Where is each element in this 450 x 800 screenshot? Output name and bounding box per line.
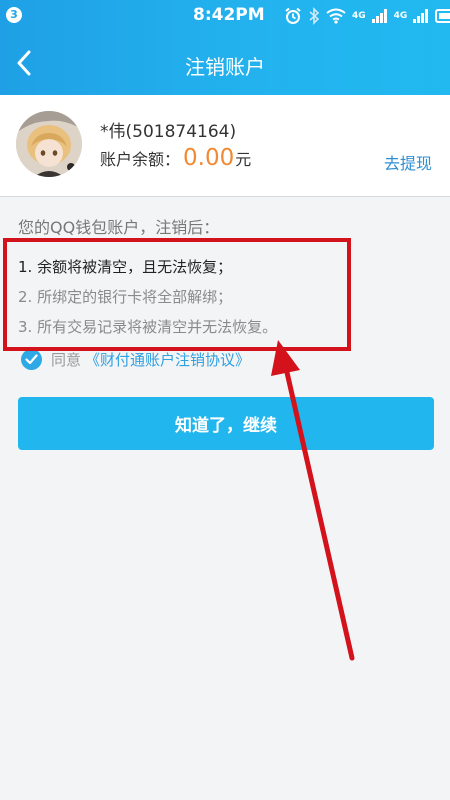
account-name: *伟(501874164): [100, 122, 237, 142]
title-bar: 注销账户: [0, 32, 450, 95]
avatar[interactable]: [16, 111, 82, 177]
status-time: 8:42PM: [193, 5, 265, 25]
battery-icon: [435, 9, 450, 23]
balance-unit: 元: [235, 150, 252, 169]
agree-checkbox[interactable]: [21, 348, 42, 370]
notification-badge: 3: [6, 7, 22, 23]
status-icons: 4G 4G: [284, 6, 450, 26]
status-bar: 3 8:42PM 4G 4G: [0, 0, 450, 32]
notice-list: 1. 余额将被清空，且无法恢复； 2. 所绑定的银行卡将全部解绑； 3. 所有交…: [18, 252, 348, 342]
checkmark-icon: [25, 353, 38, 364]
bluetooth-icon: [309, 7, 320, 25]
notice-item-1: 1. 余额将被清空，且无法恢复；: [18, 258, 233, 276]
agreement-row: 同意 《财付通账户注销协议》: [21, 347, 250, 371]
app-header: 3 8:42PM 4G 4G 注销账户: [0, 0, 450, 95]
signal-1-label: 4G: [352, 11, 366, 21]
notice-item-2: 2. 所绑定的银行卡将全部解绑；: [18, 288, 233, 306]
wifi-icon: [326, 8, 346, 24]
page-title: 注销账户: [185, 55, 265, 79]
balance-label: 账户余额：: [100, 150, 181, 169]
balance-value: 0.00: [183, 145, 235, 171]
signal-1-icon: [371, 9, 387, 23]
alarm-icon: [285, 7, 301, 24]
signal-2-icon: [413, 9, 429, 23]
signal-2-label: 4G: [393, 11, 408, 21]
continue-button[interactable]: 知道了，继续: [18, 397, 434, 450]
withdraw-link[interactable]: 去提现: [384, 150, 432, 174]
agree-label: 同意: [51, 350, 82, 369]
notice-item-3: 3. 所有交易记录将被清空并无法恢复。: [18, 318, 278, 336]
agreement-link[interactable]: 《财付通账户注销协议》: [85, 349, 250, 370]
account-card: *伟(501874164) 账户余额： 0.00 元 去提现: [0, 95, 450, 197]
avatar-image: [16, 111, 82, 177]
notice-heading: 您的QQ钱包账户，注销后：: [18, 218, 220, 237]
balance-row: 账户余额： 0.00 元: [100, 145, 251, 171]
